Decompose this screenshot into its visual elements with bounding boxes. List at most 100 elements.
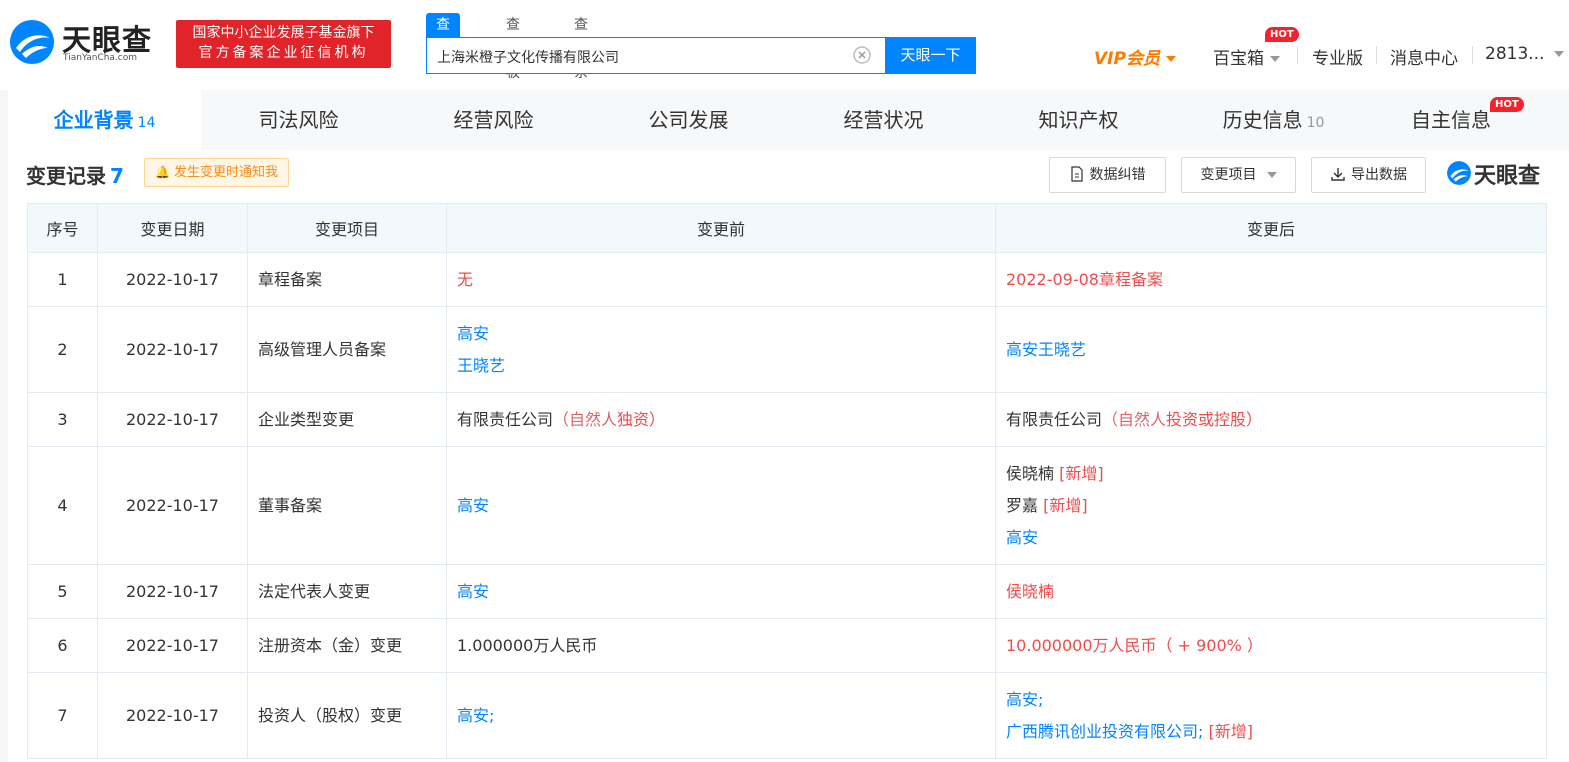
data-correction-button[interactable]: 数据纠错 [1049, 157, 1166, 193]
table-row: 3 2022-10-17 企业类型变更 有限责任公司（自然人独资） 有限责任公司… [27, 392, 1547, 447]
person-link[interactable]: 高安 [457, 582, 489, 601]
treasure-box-menu[interactable]: 百宝箱 [1213, 44, 1280, 69]
company-link[interactable]: 广西腾讯创业投资有限公司; [1006, 722, 1203, 741]
row-after: 高安王晓艺 [995, 306, 1547, 393]
clear-icon[interactable] [853, 46, 871, 64]
row-after: 侯晓楠 [新增] 罗嘉 [新增] 高安 [995, 446, 1547, 565]
person-link[interactable]: 高安 [1006, 528, 1038, 547]
row-before: 无 [446, 252, 996, 307]
tab-label: 经营状况 [843, 108, 924, 132]
tab-label: 公司发展 [648, 108, 729, 132]
search-tab-relation[interactable]: 查关系 [574, 13, 588, 81]
row-index: 3 [27, 392, 98, 447]
user-name: 2813... [1485, 44, 1545, 64]
before-value: 无 [457, 269, 474, 289]
after-value: 2022-09-08章程备案 [1006, 269, 1163, 289]
col-header-index: 序号 [27, 203, 98, 253]
table-header-row: 序号 变更日期 变更项目 变更前 变更后 [27, 203, 1547, 253]
value-text: ） [1246, 409, 1263, 429]
message-center-link[interactable]: 消息中心 [1390, 44, 1458, 69]
chevron-down-icon [1165, 56, 1176, 62]
row-item: 企业类型变更 [247, 392, 447, 447]
document-icon [1070, 166, 1083, 182]
export-label: 导出数据 [1351, 167, 1407, 183]
row-before: 高安 王晓艺 [446, 306, 996, 393]
row-after: 2022-09-08章程备案 [995, 252, 1547, 307]
row-item: 高级管理人员备案 [247, 306, 447, 393]
person-name: 罗嘉 [1006, 495, 1039, 515]
col-header-date: 变更日期 [97, 203, 248, 253]
list-item: 侯晓楠 [新增] [1006, 458, 1536, 490]
row-date: 2022-10-17 [97, 564, 248, 619]
search-input-box[interactable]: 上海米橙子文化传播有限公司 [426, 37, 886, 74]
person-link[interactable]: 高安; [1006, 684, 1536, 716]
change-item-filter[interactable]: 变更项目 [1181, 157, 1296, 193]
tab-history[interactable]: 历史信息 10 [1176, 90, 1371, 150]
correction-label: 数据纠错 [1089, 167, 1146, 183]
value-text: （自然人 [1102, 409, 1167, 429]
value-highlight: 独资 [617, 409, 650, 429]
small-logo-text: 天眼查 [1474, 164, 1541, 189]
vip-member-link[interactable]: VIP会员 [1094, 44, 1176, 69]
section-count: 7 [110, 164, 124, 188]
tab-label: 司法风险 [258, 108, 339, 132]
badge-line-1: 国家中小企业发展子基金旗下 [192, 25, 375, 41]
tab-company-development[interactable]: 公司发展 [591, 90, 786, 150]
change-record-table: 序号 变更日期 变更项目 变更前 变更后 1 2022-10-17 章程备案 无… [27, 203, 1547, 759]
value-highlight: 投资或控股 [1166, 409, 1247, 429]
tab-count: 10 [1306, 115, 1325, 131]
nav-divider [1297, 46, 1298, 64]
row-before: 1.000000万人民币 [446, 618, 996, 673]
chevron-down-icon [1270, 56, 1280, 62]
tab-enterprise-background[interactable]: 企业背景 14 [8, 90, 201, 150]
new-tag: [新增] [1208, 721, 1254, 741]
row-item: 章程备案 [247, 252, 447, 307]
filter-label: 变更项目 [1200, 167, 1257, 183]
person-link[interactable]: 高安 [457, 496, 489, 515]
table-row: 5 2022-10-17 法定代表人变更 高安 侯晓楠 [27, 564, 1547, 619]
badge-line-2: 官方备案企业征信机构 [198, 45, 369, 61]
category-tabs: 企业背景 14 司法风险 经营风险 公司发展 经营状况 知识产权 历史信息 10 自… [8, 90, 1569, 150]
person-link[interactable]: 王晓艺 [457, 350, 985, 382]
list-item: 罗嘉 [新增] [1006, 490, 1536, 522]
row-index: 1 [27, 252, 98, 307]
change-notify-button[interactable]: 🔔 发生变更时通知我 [144, 158, 289, 187]
row-before: 有限责任公司（自然人独资） [446, 392, 996, 447]
col-header-item: 变更项目 [247, 203, 447, 253]
row-before: 高安; [446, 672, 996, 759]
search-button[interactable]: 天眼一下 [885, 37, 976, 74]
value-text: ） [649, 409, 666, 429]
bell-icon: 🔔 [155, 165, 170, 179]
person-link[interactable]: 高安; [457, 706, 494, 725]
table-row: 6 2022-10-17 注册资本（金）变更 1.000000万人民币 10.0… [27, 618, 1547, 673]
official-badge: 国家中小企业发展子基金旗下 官方备案企业征信机构 [176, 20, 391, 68]
tab-judicial-risk[interactable]: 司法风险 [201, 90, 396, 150]
person-link[interactable]: 高安王晓艺 [1006, 340, 1086, 359]
user-menu[interactable]: 2813... [1485, 44, 1565, 64]
search-tab-boss[interactable]: 查老板 [506, 13, 520, 81]
tab-operating-risk[interactable]: 经营风险 [396, 90, 591, 150]
search-tab-company[interactable]: 查公司 [426, 13, 460, 81]
treasure-label: 百宝箱 [1213, 49, 1264, 69]
pro-version-link[interactable]: 专业版 [1312, 44, 1363, 69]
row-date: 2022-10-17 [97, 306, 248, 393]
export-data-button[interactable]: 导出数据 [1311, 157, 1426, 193]
table-row: 2 2022-10-17 高级管理人员备案 高安 王晓艺 高安王晓艺 [27, 306, 1547, 393]
after-value: 10.000000万人民币（ + 900% ） [1006, 635, 1263, 655]
tianyancha-small-logo: 天眼查 [1446, 158, 1556, 189]
new-tag: [新增] [1043, 495, 1088, 515]
row-item: 法定代表人变更 [247, 564, 447, 619]
tab-operating-status[interactable]: 经营状况 [786, 90, 981, 150]
search-input[interactable]: 上海米橙子文化传播有限公司 [437, 47, 619, 67]
person-link[interactable]: 高安 [457, 318, 985, 350]
row-item: 董事备案 [247, 446, 447, 565]
tab-count: 14 [137, 115, 156, 131]
table-row: 4 2022-10-17 董事备案 高安 侯晓楠 [新增] 罗嘉 [新增] 高安 [27, 446, 1547, 565]
tab-intellectual-property[interactable]: 知识产权 [981, 90, 1176, 150]
person-name: 侯晓楠 [1006, 463, 1055, 483]
tianyancha-logo[interactable]: 天眼查 TianYanCha.com [8, 16, 168, 68]
row-item: 投资人（股权）变更 [247, 672, 447, 759]
row-item: 注册资本（金）变更 [247, 618, 447, 673]
table-row: 7 2022-10-17 投资人（股权）变更 高安; 高安; 广西腾讯创业投资有… [27, 672, 1547, 759]
list-item: 广西腾讯创业投资有限公司; [新增] [1006, 716, 1536, 748]
